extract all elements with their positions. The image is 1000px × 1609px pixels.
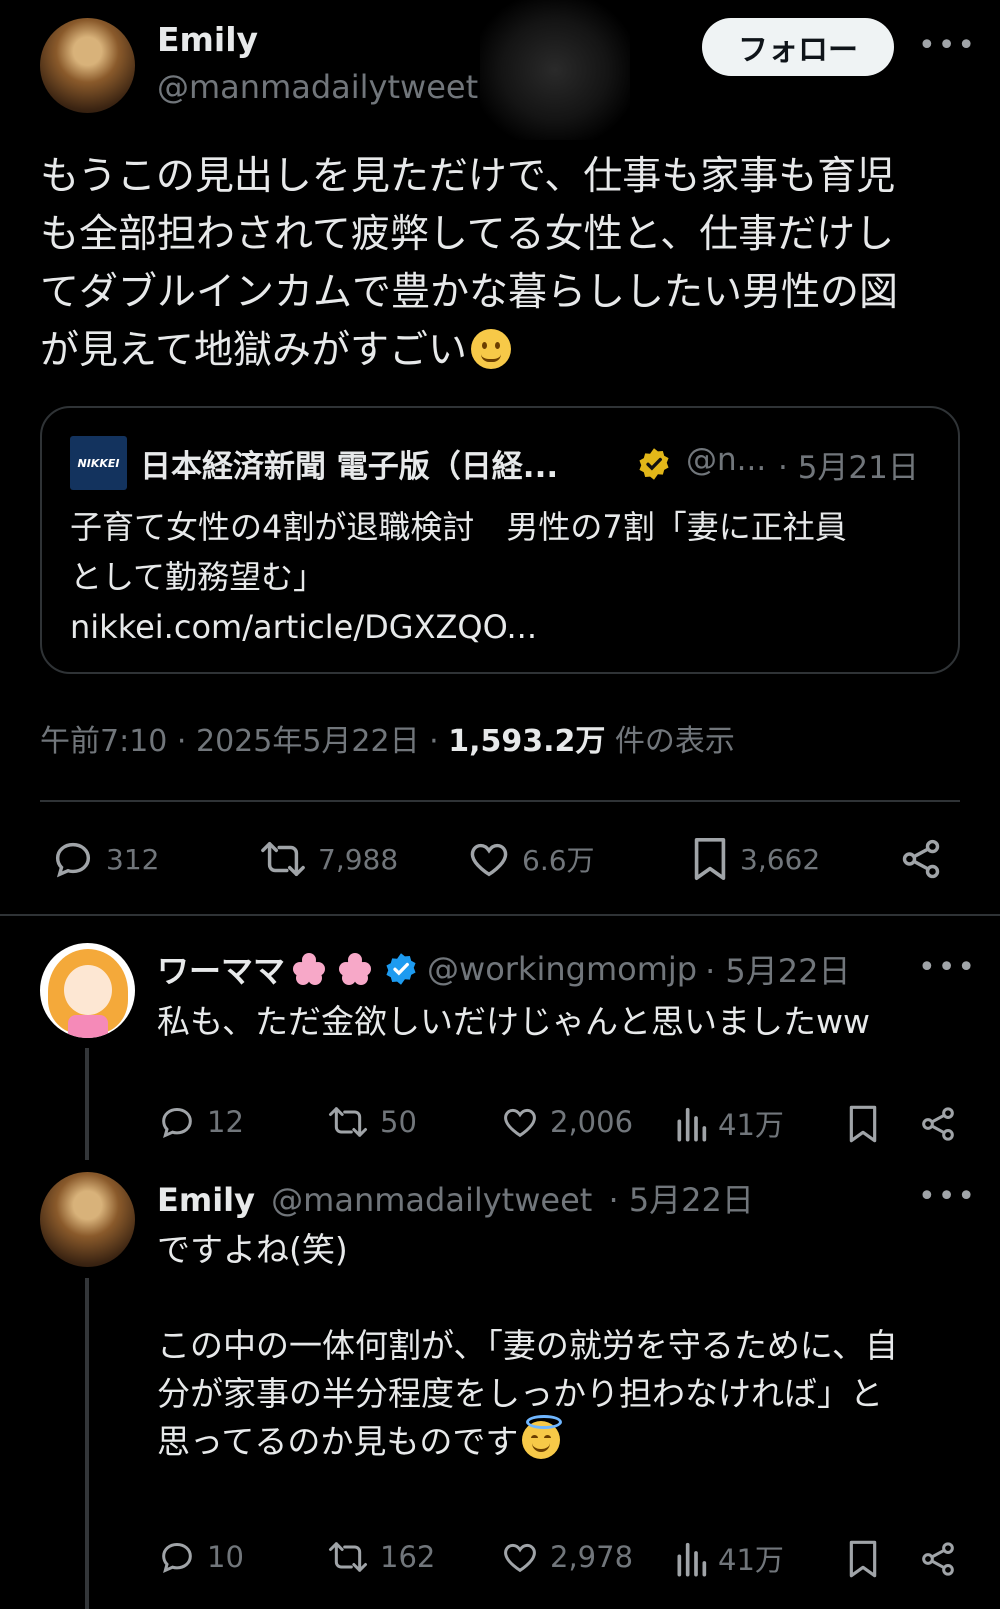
like-button[interactable]: 2,978 xyxy=(500,1537,633,1577)
reply-date[interactable]: · 5月22日 xyxy=(705,946,850,992)
reply-author-name[interactable]: Emily xyxy=(157,1181,255,1219)
bookmark-icon xyxy=(694,838,726,880)
tweet-text-span: が見えて地獄みがすごい xyxy=(40,328,468,373)
bookmark-icon[interactable] xyxy=(846,1104,880,1144)
reply-button[interactable]: 12 xyxy=(157,1102,244,1142)
like-icon xyxy=(470,843,508,877)
reply-author-handle[interactable]: @workingmomjp xyxy=(427,950,697,988)
reply-header: Emily @manmadailytweet · 5月22日 xyxy=(157,1175,754,1221)
views-button[interactable]: 41万 xyxy=(674,1102,784,1144)
author-handle[interactable]: @manmadailytweet xyxy=(157,68,478,106)
retweet-button[interactable]: 162 xyxy=(326,1537,435,1577)
tweet-meta: 午前7:10 · 2025年5月22日 · 1,593.2万 件の表示 xyxy=(40,716,735,760)
reply-author-avatar[interactable] xyxy=(40,943,135,1038)
quote-headline-line: として勤務望む」 xyxy=(70,558,326,596)
like-count: 6.6万 xyxy=(522,844,595,877)
tweet-text: もうこの見出しを見ただけで、仕事も家事も育児 も全部担わされて疲弊してる女性と、… xyxy=(40,148,980,380)
divider xyxy=(40,800,960,802)
author-avatar[interactable] xyxy=(40,18,135,113)
background-portrait xyxy=(480,0,630,140)
quote-source-handle[interactable]: @n... xyxy=(686,442,766,478)
more-icon[interactable]: ••• xyxy=(918,1179,977,1214)
tweet-text-line: が見えて地獄みがすごい xyxy=(40,322,980,380)
reply-text-line: 思ってるのか見ものです xyxy=(157,1415,967,1466)
like-count: 2,006 xyxy=(550,1105,634,1139)
cherry-blossom-icon xyxy=(291,951,327,987)
views-count: 41万 xyxy=(718,1543,784,1577)
views-label: 件の表示 xyxy=(605,724,735,759)
views-count: 1,593.2万 xyxy=(448,724,606,759)
reply-icon xyxy=(162,1107,192,1138)
like-button[interactable]: 6.6万 xyxy=(466,836,595,882)
retweet-icon xyxy=(329,1542,367,1572)
reply-icon xyxy=(162,1542,192,1573)
retweet-count: 162 xyxy=(380,1540,436,1574)
views-icon xyxy=(677,1107,707,1142)
bookmark-icon[interactable] xyxy=(846,1539,880,1579)
reply-author-handle[interactable]: @manmadailytweet xyxy=(271,1181,592,1219)
reply-text-blank xyxy=(157,1274,967,1322)
quote-headline: 子育て女性の4割が退職検討 男性の7割「妻に正社員 として勤務望む」 nikke… xyxy=(70,502,950,652)
views-icon xyxy=(677,1542,707,1577)
bookmark-count: 3,662 xyxy=(740,842,821,876)
share-icon[interactable] xyxy=(918,1104,958,1144)
cherry-blossom-icon xyxy=(337,951,373,987)
retweet-button[interactable]: 7,988 xyxy=(258,836,398,882)
reply-count: 12 xyxy=(207,1105,244,1139)
reply-author-avatar[interactable] xyxy=(40,1172,135,1267)
reply-text: 私も、ただ金欲しいだけじゃんと思いましたww xyxy=(157,998,870,1046)
tweet-text-line: も全部担わされて疲弊してる女性と、仕事だけし xyxy=(40,212,895,257)
quote-source-name[interactable]: 日本経済新聞 電子版（日経... xyxy=(140,441,558,486)
reply-text-line: 分が家事の半分程度をしっかり担わなければ」と xyxy=(157,1374,883,1413)
melting-face-emoji-icon xyxy=(471,329,512,369)
reply-text: ですよね(笑) この中の一体何割が、「妻の就労を守るために、自 分が家事の半分程… xyxy=(157,1226,967,1466)
tweet-text-line: てダブルインカムで豊かな暮らししたい男性の図 xyxy=(40,270,899,315)
reply-button[interactable]: 10 xyxy=(157,1537,244,1577)
reply-text-line: 私も、ただ金欲しいだけじゃんと思いましたww xyxy=(157,1002,870,1041)
reply-button[interactable]: 312 xyxy=(50,836,159,882)
divider xyxy=(0,914,1000,916)
nikkei-logo-icon: NIKKEI xyxy=(70,436,127,490)
retweet-button[interactable]: 50 xyxy=(326,1102,417,1142)
reply-date[interactable]: · 5月22日 xyxy=(608,1181,753,1219)
retweet-icon xyxy=(329,1107,367,1137)
reply-icon xyxy=(55,842,91,878)
like-count: 2,978 xyxy=(550,1540,634,1574)
avatar-face xyxy=(64,965,112,1015)
share-icon[interactable] xyxy=(898,836,944,882)
share-icon[interactable] xyxy=(918,1539,958,1579)
avatar-collar xyxy=(68,1015,108,1038)
like-icon xyxy=(504,1543,536,1573)
reply-author-name[interactable]: ワーママ xyxy=(157,946,285,992)
quote-date[interactable]: · 5月21日 xyxy=(778,442,919,487)
like-icon xyxy=(504,1108,536,1138)
reply-text-line: この中の一体何割が、「妻の就労を守るために、自 xyxy=(157,1326,898,1365)
reply-header: ワーママ @workingmomjp · 5月22日 xyxy=(157,946,851,992)
verified-badge-gold-icon xyxy=(639,448,669,480)
reply-text-span: 思ってるのか見ものです xyxy=(157,1422,519,1461)
views-button[interactable]: 41万 xyxy=(674,1537,784,1579)
like-button[interactable]: 2,006 xyxy=(500,1102,633,1142)
reply-count: 10 xyxy=(207,1540,244,1574)
retweet-count: 7,988 xyxy=(318,842,399,876)
reply-count: 312 xyxy=(106,842,160,876)
follow-button[interactable]: フォロー xyxy=(702,18,894,76)
thread-line xyxy=(85,1048,89,1160)
retweet-icon xyxy=(261,841,305,877)
tweet-text-line: もうこの見出しを見ただけで、仕事も家事も育児 xyxy=(40,154,896,199)
more-icon[interactable]: ••• xyxy=(918,28,977,63)
verified-badge-icon xyxy=(386,953,416,985)
author-name[interactable]: Emily xyxy=(157,20,258,59)
reply-text-line: ですよね(笑) xyxy=(157,1230,348,1269)
retweet-count: 50 xyxy=(380,1105,417,1139)
more-icon[interactable]: ••• xyxy=(918,950,977,985)
smiling-face-with-halo-emoji-icon xyxy=(522,1415,563,1459)
quote-headline-line: 子育て女性の4割が退職検討 男性の7割「妻に正社員 xyxy=(70,508,847,546)
quote-link[interactable]: nikkei.com/article/DGXZQO... xyxy=(70,602,950,652)
tweet-timestamp[interactable]: 午前7:10 · 2025年5月22日 · xyxy=(40,724,448,759)
bookmark-button[interactable]: 3,662 xyxy=(690,836,820,882)
thread-line xyxy=(85,1278,89,1609)
views-count: 41万 xyxy=(718,1108,784,1142)
